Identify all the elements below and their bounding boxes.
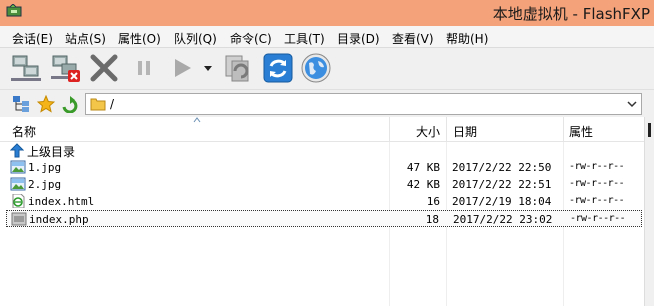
file-attributes: -rw-r--r-- <box>569 178 625 189</box>
parent-up-arrow-icon <box>10 143 24 158</box>
abort-button[interactable] <box>88 52 120 84</box>
connect-button[interactable] <box>10 52 42 84</box>
address-bar: / <box>0 89 654 117</box>
menu-options[interactable]: 属性(O) <box>118 30 161 47</box>
file-name: 2.jpg <box>28 178 62 191</box>
column-separator[interactable] <box>446 117 447 142</box>
file-attributes: -rw-r--r-- <box>569 195 625 206</box>
file-date: 2017/2/19 18:04 <box>452 195 552 208</box>
column-date-header[interactable]: 日期 <box>453 123 477 140</box>
file-name: 1.jpg <box>28 161 62 174</box>
file-size: 16 <box>426 195 440 208</box>
image-file-icon <box>10 160 26 174</box>
menu-view[interactable]: 查看(V) <box>392 30 434 47</box>
refresh-button[interactable] <box>262 52 294 84</box>
compare-icon <box>225 55 249 82</box>
path-value: / <box>110 97 115 111</box>
browser-icon <box>301 53 331 83</box>
disconnect-button[interactable] <box>50 52 82 84</box>
favorites-button[interactable] <box>36 94 56 113</box>
splitter-grip <box>648 123 651 137</box>
php-file-icon <box>11 212 27 226</box>
file-size: 18 <box>425 213 439 226</box>
column-separator[interactable] <box>563 117 564 142</box>
connect-icon <box>11 55 41 81</box>
file-list: 名称 大小 日期 属性 上级目录 1.jpg 47 KB 2017/2/22 2… <box>0 117 654 306</box>
folder-icon <box>90 98 106 111</box>
menu-bar: 会话(E) 站点(S) 属性(O) 队列(Q) 命令(C) 工具(T) 目录(D… <box>0 26 654 48</box>
menu-queue[interactable]: 队列(Q) <box>174 30 217 47</box>
browser-button[interactable] <box>300 52 332 84</box>
column-name-header[interactable]: 名称 <box>12 123 36 140</box>
splitter-handle[interactable] <box>644 117 654 306</box>
abort-icon <box>90 54 118 82</box>
go-up-icon <box>62 96 78 114</box>
file-row[interactable]: 1.jpg 47 KB 2017/2/22 22:50 -rw-r--r-- <box>6 159 642 176</box>
file-attributes: -rw-r--r-- <box>570 213 626 224</box>
file-row-selected[interactable]: index.php 18 2017/2/22 23:02 -rw-r--r-- <box>6 210 642 227</box>
transfer-options-dropdown[interactable] <box>200 52 216 84</box>
html-file-icon <box>12 194 25 208</box>
menu-commands[interactable]: 命令(C) <box>230 30 272 47</box>
menu-session[interactable]: 会话(E) <box>12 30 53 47</box>
flashfxp-app-icon[interactable] <box>6 4 22 18</box>
parent-directory-label: 上级目录 <box>27 145 76 159</box>
disconnect-icon <box>51 55 80 82</box>
file-date: 2017/2/22 22:51 <box>452 178 552 191</box>
favorites-star-icon <box>36 94 56 113</box>
menu-help[interactable]: 帮助(H) <box>446 30 488 47</box>
toolbar <box>0 48 654 88</box>
file-date: 2017/2/22 22:50 <box>452 161 552 174</box>
menu-sites[interactable]: 站点(S) <box>65 30 106 47</box>
path-combobox[interactable]: / <box>85 93 642 115</box>
refresh-icon <box>263 53 293 83</box>
chevron-down-icon[interactable] <box>626 97 638 111</box>
parent-directory-row[interactable]: 上级目录 <box>0 142 644 159</box>
file-size: 47 KB <box>406 161 440 174</box>
sort-ascending-icon <box>193 117 201 123</box>
pause-icon <box>138 61 150 75</box>
file-name: index.html <box>28 195 95 208</box>
file-date: 2017/2/22 23:02 <box>453 213 553 226</box>
menu-directory[interactable]: 目录(D) <box>337 30 380 47</box>
file-row[interactable]: index.html 16 2017/2/19 18:04 -rw-r--r-- <box>6 193 642 210</box>
file-attributes: -rw-r--r-- <box>569 161 625 172</box>
transfer-button[interactable] <box>166 52 198 84</box>
menu-tools[interactable]: 工具(T) <box>284 30 325 47</box>
column-attr-header[interactable]: 属性 <box>569 123 593 140</box>
column-size-header[interactable]: 大小 <box>416 123 440 140</box>
window-title: 本地虚拟机 - FlashFXP <box>492 5 650 23</box>
transfer-icon <box>175 59 191 77</box>
tree-view-icon <box>13 96 29 112</box>
tree-view-button[interactable] <box>12 95 30 113</box>
pause-button[interactable] <box>128 52 160 84</box>
image-file-icon <box>10 177 26 191</box>
column-separator[interactable] <box>389 117 390 142</box>
file-size: 42 KB <box>406 178 440 191</box>
title-bar: 本地虚拟机 - FlashFXP <box>0 0 654 26</box>
compare-button[interactable] <box>222 52 254 84</box>
go-up-button[interactable] <box>61 95 79 114</box>
list-header: 名称 大小 日期 属性 <box>0 117 644 142</box>
transfer-options-icon <box>204 66 212 71</box>
file-name: index.php <box>29 213 89 226</box>
file-row[interactable]: 2.jpg 42 KB 2017/2/22 22:51 -rw-r--r-- <box>6 176 642 193</box>
